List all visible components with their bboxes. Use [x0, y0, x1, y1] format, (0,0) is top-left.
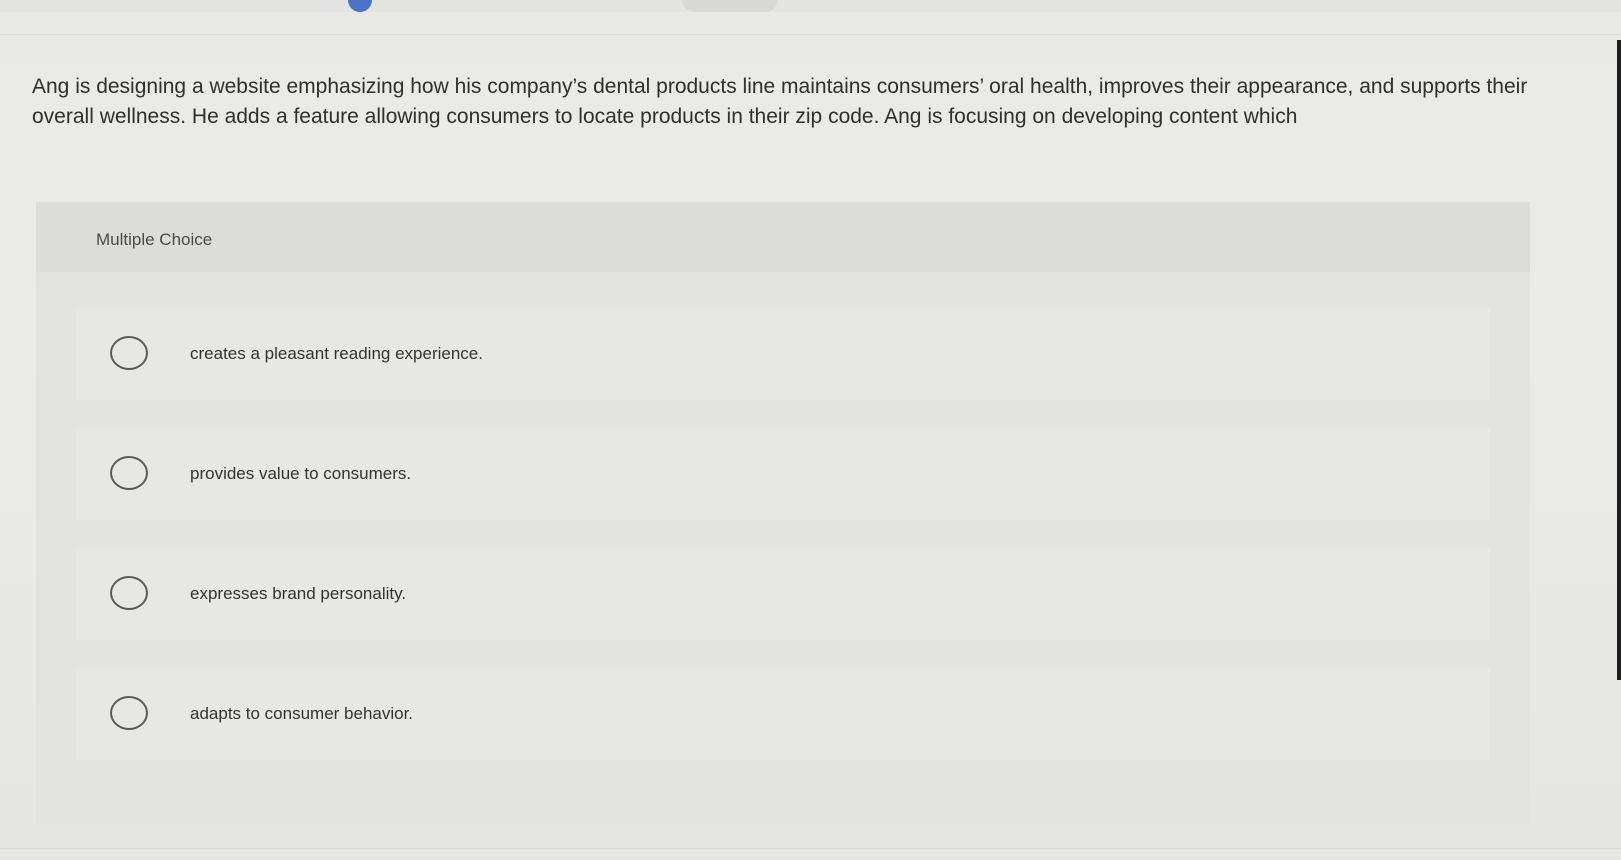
top-toolbar — [0, 0, 1621, 12]
panel-header: Multiple Choice — [36, 202, 1530, 272]
window-edge — [1617, 40, 1621, 680]
radio-button-icon[interactable] — [110, 696, 148, 730]
answer-option-label: creates a pleasant reading experience. — [190, 344, 483, 363]
answer-option-label: adapts to consumer behavior. — [190, 704, 414, 723]
answer-option-label: provides value to consumers. — [190, 464, 412, 483]
answer-option-3[interactable]: expresses brand personality. — [76, 548, 1490, 640]
answer-option-1[interactable]: creates a pleasant reading experience. — [76, 308, 1490, 400]
multiple-choice-panel: Multiple Choice creates a pleasant readi… — [36, 202, 1530, 824]
footer-divider — [0, 848, 1621, 849]
answer-option-label: expresses brand personality. — [190, 584, 407, 603]
answer-option-4[interactable]: adapts to consumer behavior. — [76, 668, 1490, 760]
header-divider — [0, 34, 1621, 35]
top-pill-button[interactable] — [682, 0, 778, 12]
radio-button-icon[interactable] — [110, 576, 148, 610]
radio-button-icon[interactable] — [110, 336, 148, 370]
question-text: Ang is designing a website emphasizing h… — [32, 75, 1528, 128]
question-type-label: Multiple Choice — [96, 230, 213, 249]
answer-option-2[interactable]: provides value to consumers. — [76, 428, 1490, 520]
radio-button-icon[interactable] — [110, 456, 148, 490]
